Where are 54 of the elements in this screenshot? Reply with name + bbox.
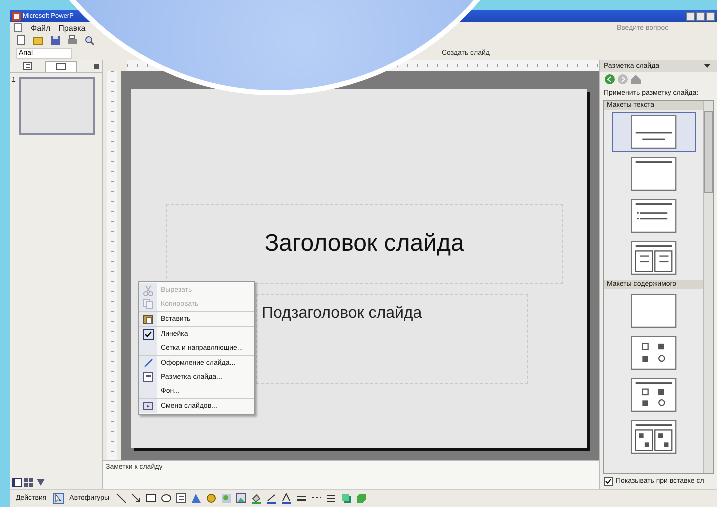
close-button[interactable] <box>706 12 715 20</box>
arrow-style-icon[interactable] <box>326 493 336 504</box>
subtitle-placeholder[interactable]: Подзаголовок слайда <box>256 294 528 384</box>
text-box-icon[interactable] <box>176 493 186 504</box>
arrow-icon[interactable] <box>130 493 142 504</box>
image-icon[interactable] <box>236 493 246 504</box>
font-color-icon[interactable] <box>280 493 292 504</box>
layout-thumbnail-drawing <box>630 240 676 275</box>
shadow-icon[interactable] <box>340 493 352 504</box>
checkbox[interactable] <box>604 477 613 486</box>
fill-color-icon[interactable] <box>250 493 262 504</box>
app-icon <box>12 12 21 20</box>
slide-title: Заголовок слайда <box>264 230 464 258</box>
folder-icon[interactable] <box>33 35 44 46</box>
line-style-icon[interactable] <box>296 493 306 504</box>
rectangle-icon[interactable] <box>146 493 156 504</box>
slide-icon <box>56 62 66 71</box>
printer-icon[interactable] <box>67 35 78 46</box>
menu-item[interactable]: Правка <box>58 24 86 32</box>
select-pointer-icon[interactable] <box>52 493 64 504</box>
layout-thumbnail-drawing <box>630 420 676 454</box>
layout-icon <box>142 372 154 382</box>
line-icon[interactable] <box>116 493 126 504</box>
checkmark-icon <box>605 478 612 485</box>
scrollbar[interactable] <box>703 100 713 473</box>
menu-item[interactable]: Файл <box>31 24 51 32</box>
slide-thumbnail[interactable] <box>18 77 95 135</box>
sorter-view-icon[interactable] <box>24 478 34 487</box>
document-icon <box>14 23 23 33</box>
copy-icon <box>142 298 154 310</box>
line-color-icon[interactable] <box>266 493 276 504</box>
slides-tab[interactable] <box>45 60 77 72</box>
scissors-icon <box>142 284 154 296</box>
close-button[interactable] <box>94 64 99 68</box>
layout-thumbnail-drawing <box>630 294 676 328</box>
layout-thumbnail-drawing <box>630 198 676 233</box>
normal-view-icon[interactable] <box>12 478 22 487</box>
document-icon[interactable] <box>16 35 27 46</box>
layout-thumbnail-drawing <box>630 336 676 370</box>
transition-icon <box>142 400 154 412</box>
back-icon[interactable] <box>604 74 616 85</box>
layout-thumbnail-drawing <box>630 156 676 191</box>
clipboard-icon <box>142 314 154 324</box>
layout-option[interactable] <box>612 112 696 152</box>
maximize-button[interactable] <box>696 12 705 20</box>
magnifier-icon[interactable] <box>84 35 95 46</box>
oval-icon[interactable] <box>160 493 172 504</box>
dropdown-icon[interactable] <box>704 64 711 68</box>
outline-icon <box>23 62 33 70</box>
minimize-button[interactable] <box>686 12 695 20</box>
slideshow-view-icon[interactable] <box>36 478 46 487</box>
slide-subtitle: Подзаголовок слайда <box>262 305 422 323</box>
layout-thumbnail-drawing <box>630 114 676 149</box>
layout-thumbnail-drawing <box>630 378 676 412</box>
